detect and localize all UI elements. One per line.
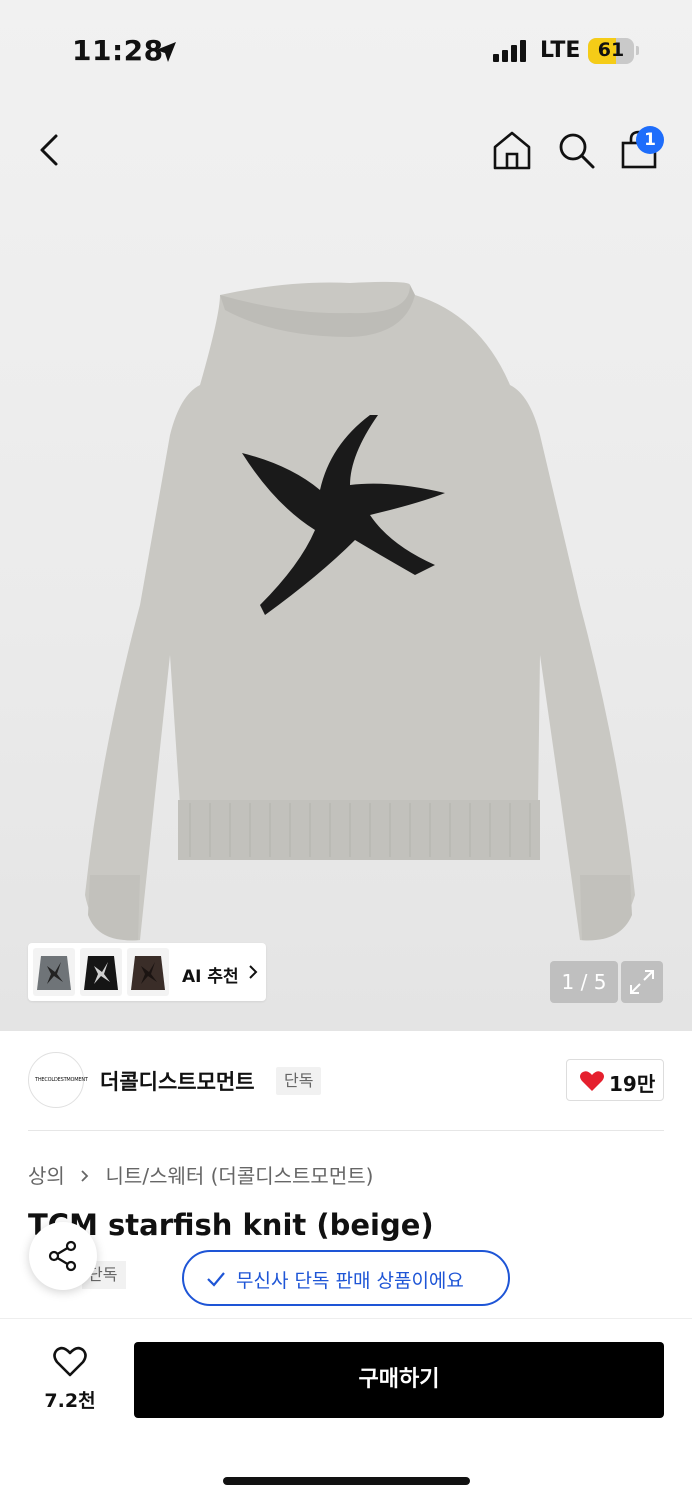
image-page-indicator: 1 / 5: [550, 961, 618, 1003]
heart-filled-icon: [580, 1071, 604, 1091]
breadcrumb-subcategory[interactable]: 니트/스웨터 (더콜디스트모먼트): [106, 1164, 374, 1188]
brand-logo[interactable]: THECOLDESTMOMENT: [28, 1052, 88, 1108]
divider: [28, 1130, 664, 1131]
battery-icon: 61: [588, 38, 634, 64]
search-icon[interactable]: [554, 128, 598, 172]
ai-recommend-label: AI 추천: [182, 967, 239, 987]
share-icon: [48, 1240, 77, 1272]
brand-like-count: 19만: [609, 1072, 656, 1096]
brand-like-button[interactable]: 19만: [566, 1059, 664, 1101]
ai-recommend-button[interactable]: AI 추천: [28, 943, 266, 1001]
cellular-signal-icon: [493, 40, 526, 62]
battery-cap: [636, 46, 639, 55]
heart-outline-icon: [53, 1346, 87, 1377]
buy-button[interactable]: 구매하기: [134, 1342, 664, 1418]
share-button[interactable]: [29, 1222, 97, 1290]
recommend-thumbnail[interactable]: [80, 948, 122, 996]
cart-count-badge[interactable]: 1: [636, 126, 664, 154]
back-icon[interactable]: [28, 128, 72, 172]
brand-exclusive-tag: 단독: [276, 1067, 322, 1095]
expand-icon[interactable]: [621, 961, 663, 1003]
exclusive-notice-text: 무신사 단독 판매 상품이에요: [236, 1270, 464, 1292]
wishlist-count: 7.2천: [44, 1390, 96, 1412]
chevron-right-icon: [81, 1170, 89, 1182]
recommend-thumbnail[interactable]: [127, 948, 169, 996]
status-bar: 11:28 LTE 61: [0, 0, 692, 100]
wishlist-button[interactable]: 7.2천: [40, 1346, 100, 1416]
home-indicator: [223, 1477, 470, 1485]
brand-name[interactable]: 더콜디스트모먼트: [100, 1066, 255, 1096]
product-image[interactable]: [60, 275, 640, 955]
breadcrumb-category[interactable]: 상의: [28, 1164, 65, 1188]
chevron-right-icon: [249, 965, 258, 979]
breadcrumb: 상의 니트/스웨터 (더콜디스트모먼트): [28, 1160, 373, 1189]
recommend-thumbnail[interactable]: [33, 948, 75, 996]
network-label: LTE: [540, 38, 581, 63]
status-time: 11:28: [72, 34, 164, 67]
exclusive-notice-button[interactable]: 무신사 단독 판매 상품이에요: [182, 1250, 510, 1306]
battery-level: 61: [597, 39, 625, 61]
brand-logo-text: THECOLDESTMOMENT: [35, 1077, 88, 1083]
checkmark-icon: [207, 1272, 225, 1287]
location-arrow-icon: [156, 42, 176, 62]
home-icon[interactable]: [490, 128, 534, 172]
